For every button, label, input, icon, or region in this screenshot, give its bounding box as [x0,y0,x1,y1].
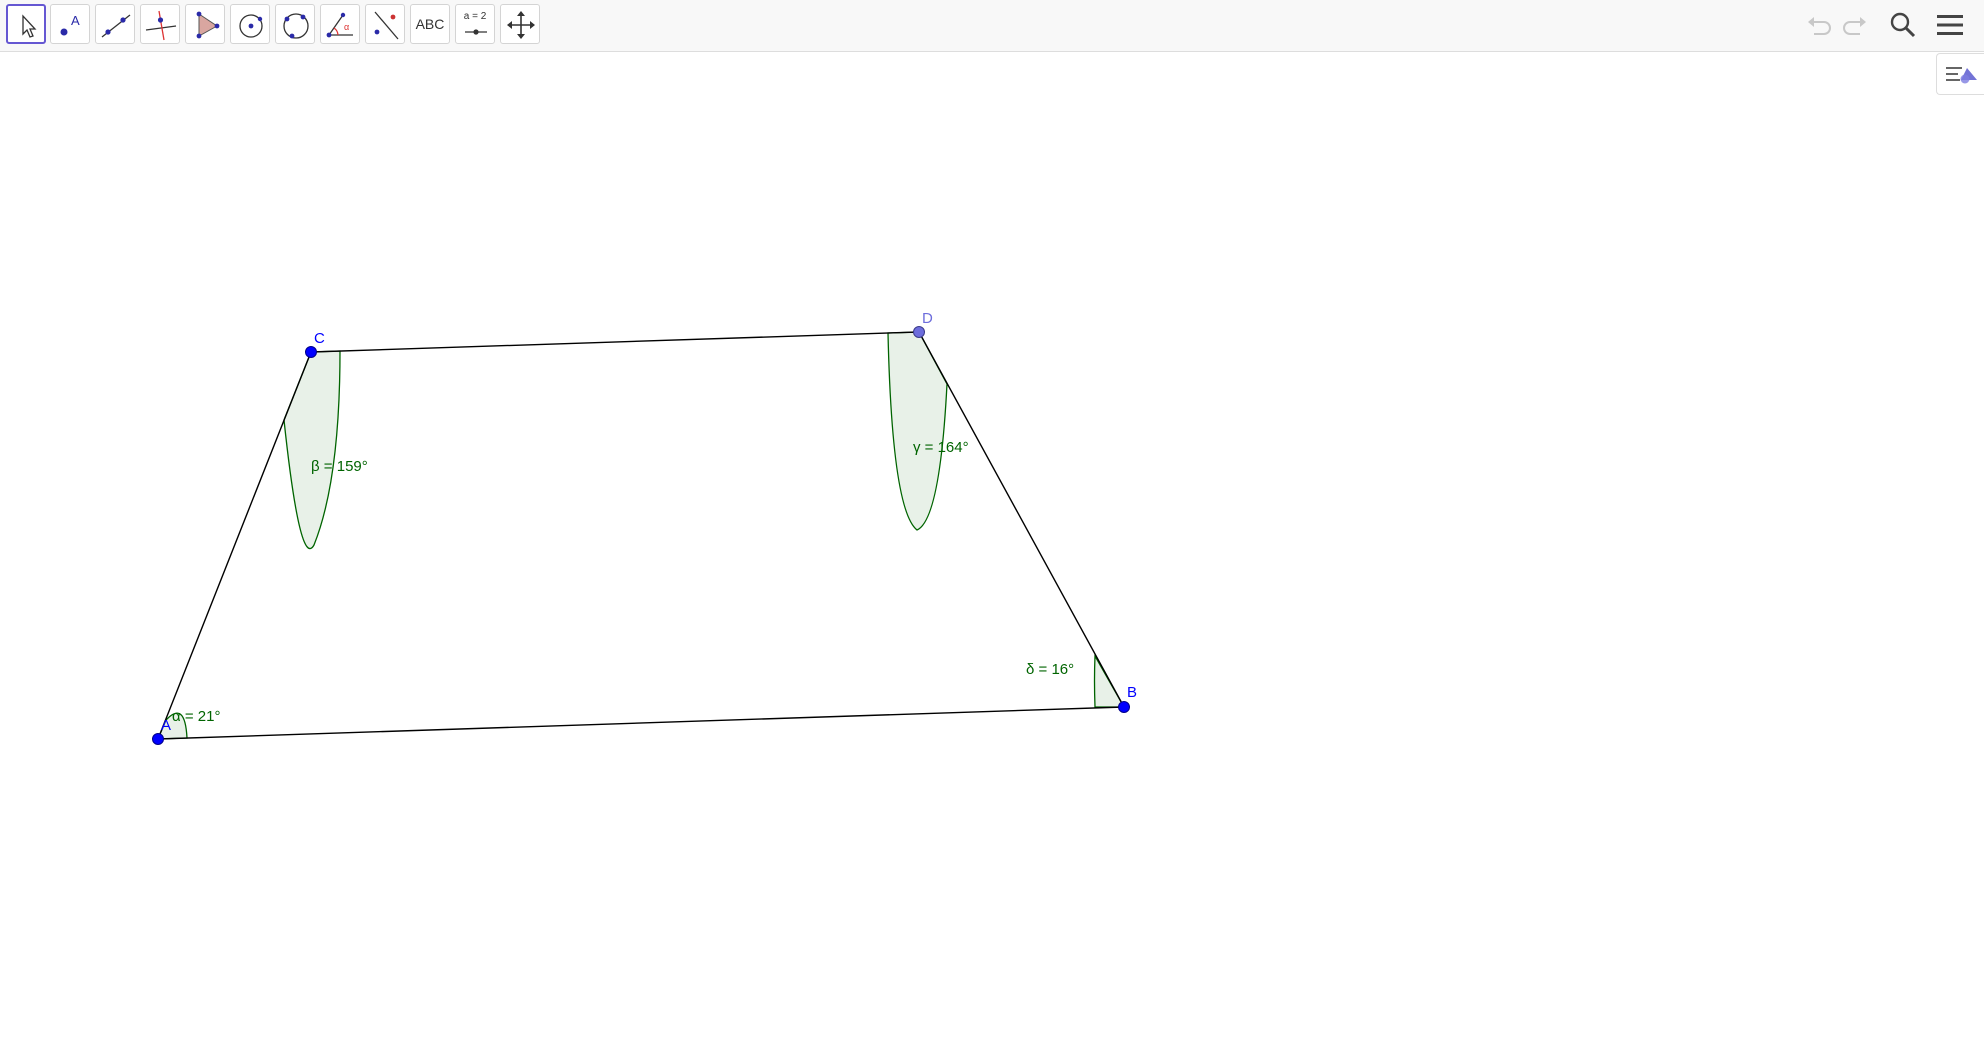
angle-sector-gamma[interactable] [887,331,948,531]
redo-icon [1843,17,1866,35]
line-tool[interactable] [95,4,135,44]
perpendicular-line-icon [145,10,177,41]
slider-icon [465,29,487,35]
line-through-two-points-icon [101,14,131,38]
move-graphics-view-tool[interactable] [500,4,540,44]
segment-d-c[interactable] [310,331,920,353]
point-a[interactable] [152,733,164,745]
slider-tool[interactable]: a = 2 [455,4,495,44]
point-tool[interactable]: A [50,4,90,44]
search-icon [1890,12,1916,38]
algebra-view-icon [1946,67,1977,84]
angle-label-delta: δ = 16° [1026,661,1074,678]
point-label-d: D [922,310,933,327]
move-graphics-icon [507,11,535,39]
reflect-tool[interactable] [365,4,405,44]
polygon-icon [196,11,220,39]
geogebra-app: A α ABC a = 2 α = 21° β = 159° γ = 164° … [0,0,1984,1051]
circle-three-points-tool[interactable] [275,4,315,44]
circle-center-icon [239,14,263,38]
arrow-pointer-icon [22,14,37,38]
angle-tool-symbol: α [344,22,349,32]
undo-icon [1808,17,1831,35]
algebra-view-toggle[interactable] [1936,53,1984,95]
circle-center-point-tool[interactable] [230,4,270,44]
search-button[interactable] [1886,8,1920,42]
segment-a-b[interactable] [157,706,1125,740]
point-label-a: A [161,717,171,734]
reflect-about-line-icon [374,11,399,40]
point-d[interactable] [913,326,925,338]
redo-button[interactable] [1838,8,1872,42]
circle-three-points-icon [283,13,309,39]
hamburger-menu-icon [1937,15,1963,35]
segment-b-d[interactable] [918,331,1125,708]
text-tool-label: ABC [415,16,445,32]
angle-icon: α [326,12,353,38]
angle-sector-beta[interactable] [283,350,341,550]
text-tool[interactable]: ABC [410,4,450,44]
main-menu-button[interactable] [1933,8,1967,42]
point-c[interactable] [305,346,317,358]
move-tool[interactable] [6,4,46,44]
graphics-view[interactable]: α = 21° β = 159° γ = 164° δ = 16° A B C … [0,53,1936,1051]
point-tool-letter: A [71,13,80,28]
segment-c-a[interactable] [157,351,312,740]
angle-tool[interactable]: α [320,4,360,44]
point-icon: A [60,13,80,36]
point-label-c: C [314,330,325,347]
toolbar: A α ABC a = 2 [0,0,1984,52]
graphics-canvas[interactable]: α = 21° β = 159° γ = 164° δ = 16° A B C … [0,53,1936,1051]
point-label-b: B [1127,684,1137,701]
angle-label-alpha: α = 21° [172,708,220,725]
point-b[interactable] [1118,701,1130,713]
polygon-tool[interactable] [185,4,225,44]
angle-label-beta: β = 159° [311,458,368,475]
perpendicular-line-tool[interactable] [140,4,180,44]
angle-label-gamma: γ = 164° [913,439,969,456]
undo-button[interactable] [1802,8,1836,42]
